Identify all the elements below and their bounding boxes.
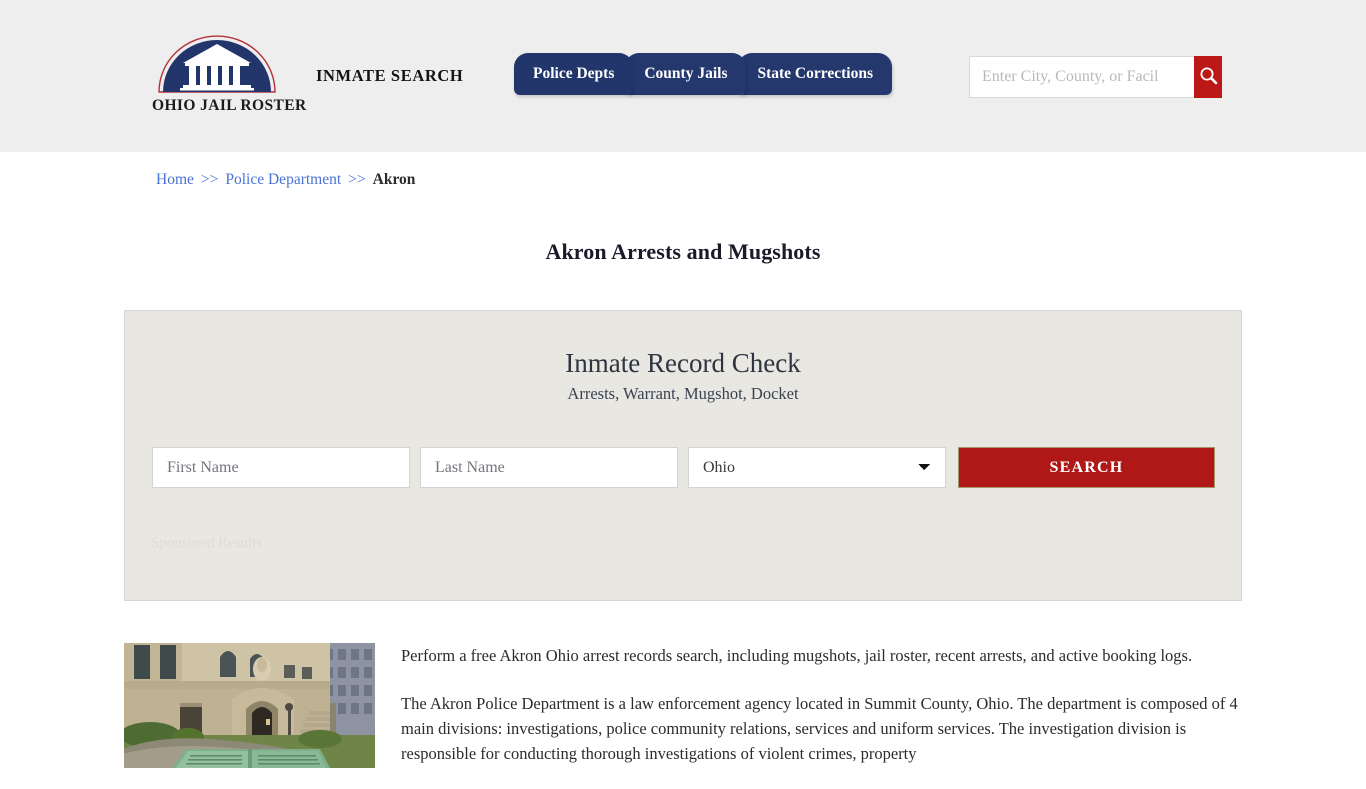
search-button[interactable]: SEARCH: [958, 447, 1215, 488]
breadcrumb: Home >> Police Department >> Akron: [156, 171, 415, 189]
site-logo[interactable]: OHIO JAIL ROSTER: [152, 30, 307, 126]
header-search: [969, 56, 1222, 98]
breadcrumb-link-home[interactable]: Home: [156, 171, 194, 188]
header-inner: OHIO JAIL ROSTER INMATE SEARCH Police De…: [0, 0, 1366, 152]
nav-tab-police-depts[interactable]: Police Depts: [514, 53, 634, 95]
state-select[interactable]: Ohio: [688, 447, 946, 488]
inmate-search-form: Ohio SEARCH: [152, 447, 1216, 488]
panel-title: Inmate Record Check: [565, 348, 801, 378]
header-tagline: INMATE SEARCH: [316, 66, 464, 85]
article-paragraph-2: The Akron Police Department is a law enf…: [401, 694, 1238, 763]
panel-subtitle: Arrests, Warrant, Mugshot, Docket: [567, 384, 799, 403]
breadcrumb-separator-1: >>: [200, 171, 219, 188]
search-icon: [1199, 66, 1218, 88]
logo-wordmark: OHIO JAIL ROSTER: [152, 97, 307, 114]
page-title: Akron Arrests and Mugshots: [545, 238, 821, 264]
breadcrumb-current: Akron: [372, 171, 416, 188]
breadcrumb-link-police-department[interactable]: Police Department: [225, 171, 341, 188]
courthouse-dome-icon: [155, 30, 279, 94]
nav-tab-county-jails[interactable]: County Jails: [625, 53, 747, 95]
first-name-input[interactable]: [152, 447, 410, 488]
courthouse-photo: [124, 643, 375, 768]
nav-tab-state-corrections[interactable]: State Corrections: [738, 53, 892, 95]
breadcrumb-separator-2: >>: [348, 171, 366, 188]
header-search-input[interactable]: [969, 56, 1194, 98]
last-name-input[interactable]: [420, 447, 678, 488]
inmate-record-check-panel: Inmate Record Check Arrests, Warrant, Mu…: [124, 310, 1242, 601]
sponsored-results-label: Sponsored Results: [151, 535, 263, 551]
article-paragraph-1: Perform a free Akron Ohio arrest records…: [401, 646, 1193, 665]
site-header: OHIO JAIL ROSTER INMATE SEARCH Police De…: [0, 0, 1366, 152]
main-navigation: Police Depts County Jails State Correcti…: [514, 53, 892, 99]
article-body: Perform a free Akron Ohio arrest records…: [401, 643, 1242, 789]
header-search-button[interactable]: [1194, 56, 1222, 98]
